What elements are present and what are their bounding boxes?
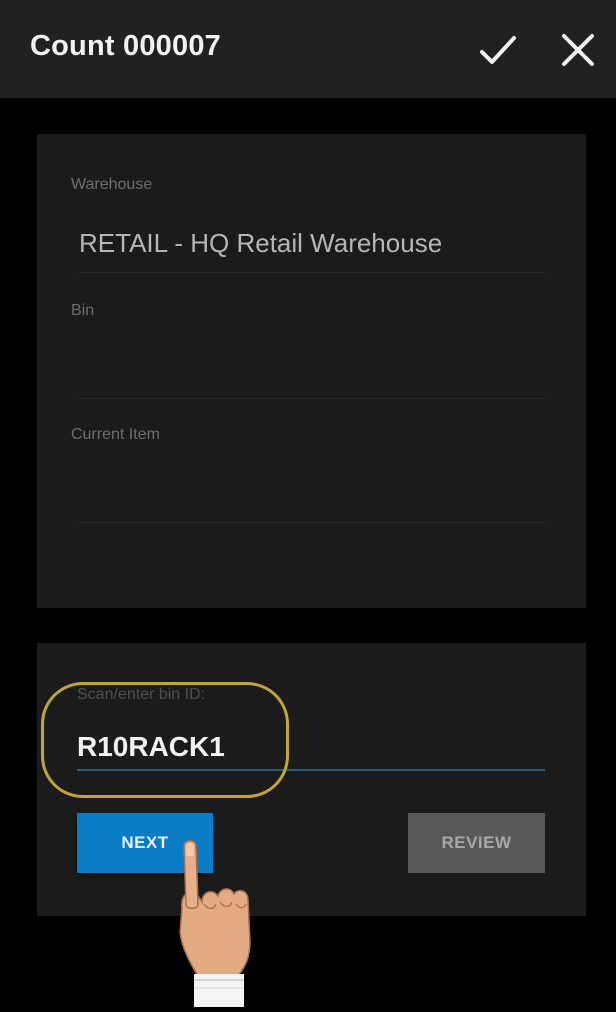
bin-label: Bin (71, 302, 95, 319)
bin-divider (79, 398, 545, 399)
scan-bin-label: Scan/enter bin ID: (77, 686, 206, 703)
page-title: Count 000007 (30, 30, 221, 62)
warehouse-divider (79, 272, 545, 273)
next-button[interactable]: NEXT (77, 813, 213, 873)
close-icon[interactable] (558, 30, 598, 70)
info-card: Warehouse RETAIL - HQ Retail Warehouse B… (37, 134, 586, 608)
warehouse-value: RETAIL - HQ Retail Warehouse (79, 228, 443, 258)
bin-id-input[interactable] (77, 725, 545, 771)
check-icon[interactable] (478, 30, 518, 70)
scan-card: Scan/enter bin ID: NEXT REVIEW (37, 643, 586, 916)
app-bar: Count 000007 (0, 0, 616, 98)
current-item-divider (79, 522, 545, 523)
warehouse-label: Warehouse (71, 176, 153, 193)
current-item-label: Current Item (71, 426, 160, 443)
review-button[interactable]: REVIEW (408, 813, 545, 873)
